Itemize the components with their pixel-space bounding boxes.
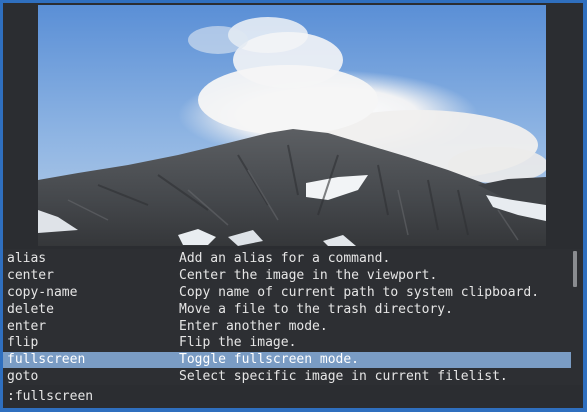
completion-scrollbar[interactable] (573, 251, 577, 287)
completion-description: Center the image in the viewport. (179, 268, 438, 283)
completion-row[interactable]: center Center the image in the viewport. (3, 268, 571, 284)
command-line[interactable]: :fullscreen (3, 385, 583, 408)
completion-description: Add an alias for a command. (179, 251, 391, 266)
image-viewer-window: alias Add an alias for a command. center… (3, 3, 583, 408)
completion-command: delete (7, 302, 54, 317)
completion-description: Copy name of current path to system clip… (179, 285, 540, 300)
displayed-image (38, 5, 546, 246)
image-viewport[interactable] (3, 3, 583, 248)
completion-command: fullscreen (7, 352, 86, 367)
completion-description: Move a file to the trash directory. (179, 302, 453, 317)
completion-command: goto (7, 369, 39, 384)
completion-description: Enter another mode. (179, 319, 328, 334)
completion-description: Select specific image in current filelis… (179, 369, 508, 384)
completion-row[interactable]: alias Add an alias for a command. (3, 251, 571, 267)
completion-description: Toggle fullscreen mode. (179, 352, 360, 367)
command-line-text[interactable]: :fullscreen (7, 385, 93, 408)
completion-row[interactable]: flip Flip the image. (3, 335, 571, 351)
completion-command: flip (7, 335, 39, 350)
completion-row[interactable]: copy-name Copy name of current path to s… (3, 285, 571, 301)
completion-command: center (7, 268, 54, 283)
completion-description: Flip the image. (179, 335, 297, 350)
completion-row-selected[interactable]: fullscreen Toggle fullscreen mode. (3, 352, 571, 368)
command-completion-list: alias Add an alias for a command. center… (3, 249, 583, 385)
completion-row[interactable]: enter Enter another mode. (3, 319, 571, 335)
completion-command: copy-name (7, 285, 78, 300)
completion-row[interactable]: goto Select specific image in current fi… (3, 369, 571, 385)
completion-command: enter (7, 319, 47, 334)
completion-row[interactable]: delete Move a file to the trash director… (3, 302, 571, 318)
completion-command: alias (7, 251, 47, 266)
